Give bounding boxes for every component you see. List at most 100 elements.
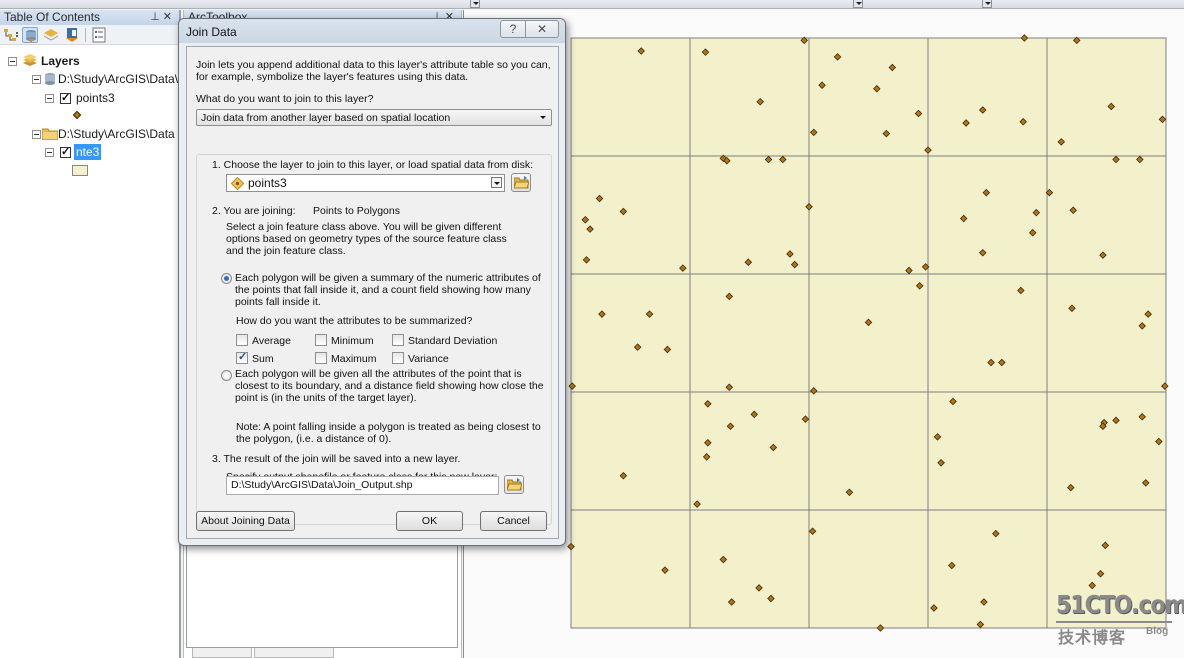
main-toolbar bbox=[0, 0, 1184, 9]
note-text: Note: A point falling inside a polygon i… bbox=[236, 421, 541, 433]
average-label: Average bbox=[252, 335, 291, 347]
database-icon bbox=[44, 72, 56, 90]
polygon-feature[interactable] bbox=[689, 509, 810, 629]
polygon-feature[interactable] bbox=[1046, 273, 1167, 393]
polygon-feature[interactable] bbox=[927, 391, 1048, 511]
output-path-input[interactable]: D:\Study\ArcGIS\Data\Join_Output.shp bbox=[226, 476, 499, 495]
folder-icon bbox=[41, 128, 59, 144]
layers-stack-icon bbox=[22, 54, 38, 72]
polygon-feature[interactable] bbox=[570, 509, 691, 629]
summary-option-text: the points that fall inside it, and a co… bbox=[235, 284, 531, 296]
tab[interactable] bbox=[254, 648, 334, 658]
polygon-feature[interactable] bbox=[570, 391, 691, 511]
standard-deviation-label: Standard Deviation bbox=[408, 335, 498, 347]
join-layer-selected: points3 bbox=[248, 176, 287, 190]
map-canvas[interactable] bbox=[464, 10, 1184, 658]
join-question-label: What do you want to join to this layer? bbox=[196, 93, 374, 105]
polygon-feature[interactable] bbox=[1046, 155, 1167, 275]
layer-visibility-checkbox[interactable] bbox=[60, 90, 71, 106]
polygon-feature[interactable] bbox=[927, 509, 1048, 629]
table-of-contents-panel: Table Of Contents ⊥✕ Layers D:\Study\Arc… bbox=[0, 10, 181, 658]
polygon-feature[interactable] bbox=[808, 273, 929, 393]
polygon-feature[interactable] bbox=[1046, 391, 1167, 511]
collapse-icon[interactable] bbox=[32, 75, 41, 84]
join-options-group: 1. Choose the layer to join to this laye… bbox=[196, 154, 552, 525]
polygon-feature[interactable] bbox=[1046, 37, 1167, 157]
toolbar-dropdown-arrow[interactable] bbox=[982, 0, 992, 8]
join-layer-dropdown[interactable]: points3 bbox=[226, 174, 505, 192]
maximum-checkbox[interactable] bbox=[315, 352, 327, 364]
about-joining-data-button[interactable]: About Joining Data bbox=[196, 511, 295, 531]
toc-toolbar bbox=[0, 25, 179, 45]
polygon-feature[interactable] bbox=[927, 155, 1048, 275]
close-icon[interactable]: ✕ bbox=[163, 11, 175, 23]
minimum-checkbox[interactable] bbox=[315, 334, 327, 346]
polygon-feature[interactable] bbox=[927, 37, 1048, 157]
standard-deviation-checkbox[interactable] bbox=[392, 334, 404, 346]
options-icon[interactable] bbox=[91, 27, 107, 43]
collapse-icon[interactable] bbox=[45, 94, 54, 103]
join-type-dropdown[interactable]: Join data from another layer based on sp… bbox=[196, 109, 552, 126]
sum-checkbox[interactable] bbox=[236, 350, 248, 364]
ok-button[interactable]: OK bbox=[396, 511, 463, 531]
open-folder-icon bbox=[514, 176, 529, 189]
browse-layer-button[interactable] bbox=[511, 173, 531, 192]
minimum-label: Minimum bbox=[331, 335, 374, 347]
polygon-feature[interactable] bbox=[689, 273, 810, 393]
list-by-drawing-order-icon[interactable] bbox=[3, 27, 19, 43]
close-button[interactable]: ✕ bbox=[525, 20, 559, 38]
layer-visibility-checkbox[interactable] bbox=[60, 144, 71, 160]
closest-option-text: closest to its boundary, and a distance … bbox=[235, 380, 544, 392]
polygon-feature[interactable] bbox=[927, 273, 1048, 393]
polygon-feature[interactable] bbox=[808, 155, 929, 275]
summary-option-text: Each polygon will be given a summary of … bbox=[235, 272, 541, 284]
tree-group-path: D:\Study\ArcGIS\Data bbox=[58, 127, 175, 141]
polygon-feature[interactable] bbox=[570, 37, 691, 157]
collapse-icon[interactable] bbox=[8, 57, 17, 66]
closest-option-radio[interactable] bbox=[221, 370, 232, 381]
toolbox-tabs bbox=[186, 648, 458, 658]
cancel-button[interactable]: Cancel bbox=[480, 511, 547, 531]
collapse-icon[interactable] bbox=[32, 130, 41, 139]
tab[interactable] bbox=[192, 648, 252, 658]
chevron-down-icon[interactable] bbox=[538, 112, 549, 123]
summary-option-text: points fall inside it. bbox=[235, 296, 321, 308]
pin-icon[interactable]: ⊥ bbox=[150, 11, 163, 23]
polygon-feature[interactable] bbox=[689, 391, 810, 511]
browse-output-button[interactable] bbox=[504, 475, 524, 494]
watermark: 51CTO.com 技术博客 Blog bbox=[1052, 591, 1184, 648]
map-view[interactable] bbox=[463, 10, 1184, 658]
toolbar-dropdown-arrow[interactable] bbox=[853, 0, 863, 8]
polygon-feature[interactable] bbox=[808, 391, 929, 511]
summarize-question: How do you want the attributes to be sum… bbox=[236, 315, 473, 327]
polygon-feature[interactable] bbox=[808, 37, 929, 157]
toolbar-dropdown-arrow[interactable] bbox=[470, 0, 480, 8]
polygon-feature[interactable] bbox=[689, 37, 810, 157]
maximum-label: Maximum bbox=[331, 353, 377, 365]
list-by-source-icon[interactable] bbox=[22, 27, 38, 43]
help-button[interactable]: ? bbox=[500, 20, 526, 38]
polygon-symbol-icon bbox=[72, 165, 88, 176]
toolbox-tree[interactable] bbox=[186, 530, 458, 648]
collapse-icon[interactable] bbox=[45, 148, 54, 157]
intro-text-line: Join lets you append additional data to … bbox=[196, 59, 551, 71]
toolbar-separator bbox=[85, 28, 86, 42]
chevron-down-icon[interactable] bbox=[491, 177, 502, 188]
closest-option-text: point is (in the units of the target lay… bbox=[235, 392, 417, 404]
summary-option-radio[interactable] bbox=[221, 273, 232, 284]
variance-checkbox[interactable] bbox=[392, 352, 404, 364]
step1-label: 1. Choose the layer to join to this laye… bbox=[212, 159, 534, 171]
polygon-feature[interactable] bbox=[570, 273, 691, 393]
note-text: the polygon, (i.e. a distance of 0). bbox=[236, 433, 392, 445]
join-type-selected: Join data from another layer based on sp… bbox=[201, 112, 451, 124]
dialog-titlebar[interactable]: Join Data ? ✕ bbox=[179, 19, 565, 43]
watermark-brand: 51CTO.com bbox=[1056, 591, 1184, 620]
list-by-visibility-icon[interactable] bbox=[43, 27, 59, 43]
point-layer-icon bbox=[230, 176, 245, 193]
list-by-selection-icon[interactable] bbox=[64, 27, 80, 43]
polygon-feature[interactable] bbox=[570, 155, 691, 275]
step2-desc-line: options based on geometry types of the s… bbox=[226, 233, 507, 245]
average-checkbox[interactable] bbox=[236, 334, 248, 346]
polygon-feature[interactable] bbox=[808, 509, 929, 629]
layer-name: points3 bbox=[76, 91, 115, 105]
